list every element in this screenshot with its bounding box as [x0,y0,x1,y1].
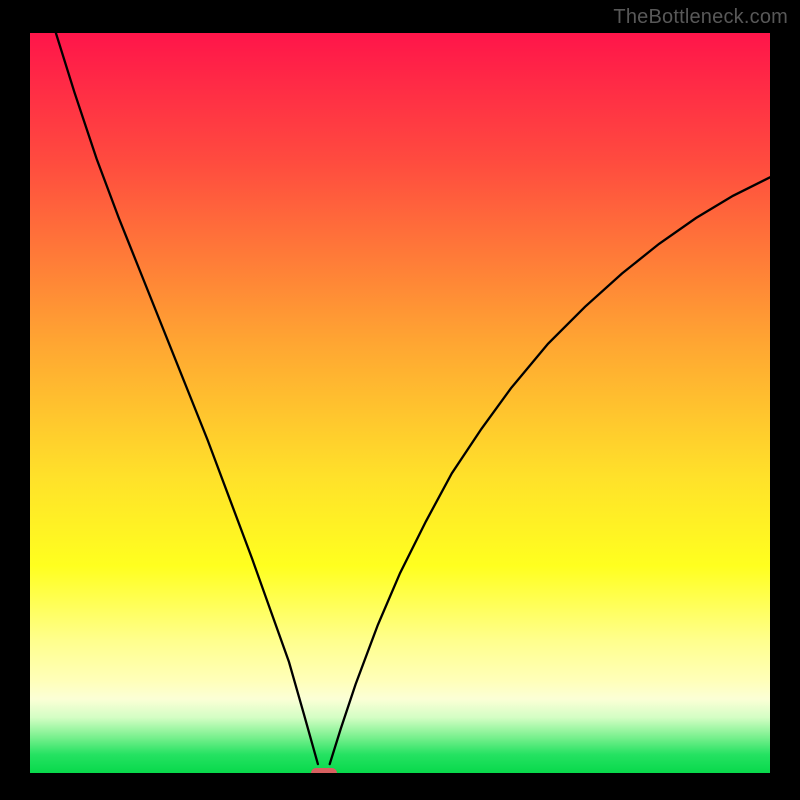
plot-area [30,33,770,773]
watermark-text: TheBottleneck.com [613,6,788,29]
curve-left [56,33,318,764]
chart-frame: TheBottleneck.com [0,0,800,800]
optimal-marker [311,768,337,773]
bottleneck-curve [30,33,770,773]
curve-right [330,177,770,764]
